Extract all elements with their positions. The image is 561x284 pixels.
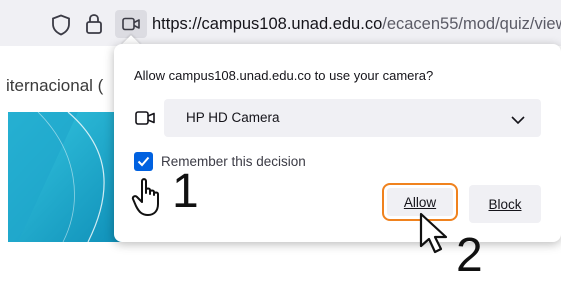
block-button[interactable]: Block <box>469 185 541 223</box>
camera-device-select[interactable]: HP HD Camera <box>164 99 541 137</box>
url-bar: https://campus108.unad.edu.co/ecacen55/m… <box>0 0 561 46</box>
popup-title: Allow campus108.unad.edu.co to use your … <box>134 68 434 83</box>
lock-icon[interactable] <box>84 13 104 35</box>
allow-button-label: Allow <box>403 194 437 210</box>
camera-permission-icon[interactable] <box>115 10 147 38</box>
page-heading-partial: iternacional ( <box>6 76 104 95</box>
url-path: /ecacen55/mod/quiz/view <box>382 15 561 33</box>
chevron-down-icon <box>511 112 525 125</box>
hand-pointer-icon <box>130 176 170 218</box>
arrow-cursor-icon <box>418 212 454 256</box>
page-banner-image <box>8 112 128 242</box>
url-host: https://campus108.unad.edu.co <box>152 15 383 33</box>
step-number-1: 1 <box>172 165 199 218</box>
camera-icon <box>135 110 155 126</box>
block-button-label: Block <box>488 196 522 212</box>
camera-device-value: HP HD Camera <box>186 110 280 125</box>
step-number-2: 2 <box>456 229 483 282</box>
remember-decision-checkbox[interactable] <box>134 152 153 171</box>
checkmark-icon <box>137 156 150 167</box>
shield-icon[interactable] <box>50 14 72 36</box>
url-text[interactable]: https://campus108.unad.edu.co/ecacen55/m… <box>152 15 561 34</box>
